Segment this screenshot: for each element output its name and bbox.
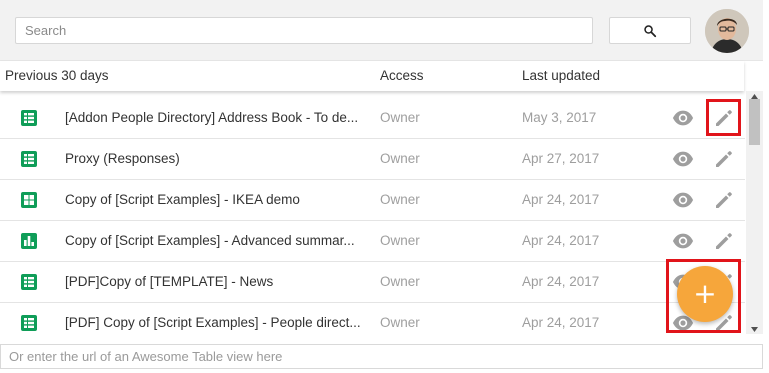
pencil-icon[interactable] [714,231,734,251]
sheets-list-icon [21,315,37,331]
sheets-list-icon [21,110,37,126]
list-header: Previous 30 days Access Last updated [0,61,744,91]
list-item[interactable]: [PDF]Copy of [TEMPLATE] - News Owner Apr… [0,262,745,303]
eye-icon[interactable] [672,191,694,209]
sheets-list-icon [21,274,37,290]
scroll-down-arrow[interactable] [746,324,763,334]
header-last-updated[interactable]: Last updated [522,68,600,83]
file-name[interactable]: [PDF]Copy of [TEMPLATE] - News [65,274,370,289]
file-date: Apr 24, 2017 [522,192,600,207]
eye-icon[interactable] [672,109,694,127]
add-button[interactable]: + [677,266,733,322]
file-date: Apr 27, 2017 [522,151,600,166]
file-date: May 3, 2017 [522,110,597,125]
grid-icon [21,192,37,208]
file-access: Owner [380,233,420,248]
file-date: Apr 24, 2017 [522,233,600,248]
search-input[interactable] [15,17,593,44]
pencil-icon[interactable] [714,108,734,128]
file-access: Owner [380,274,420,289]
file-access: Owner [380,110,420,125]
file-name[interactable]: Copy of [Script Examples] - IKEA demo [65,192,370,207]
file-name[interactable]: [Addon People Directory] Address Book - … [65,110,370,125]
list-item[interactable]: [Addon People Directory] Address Book - … [0,98,745,139]
plus-icon: + [693,277,717,310]
view-url-input[interactable] [0,344,763,369]
top-bar [0,0,763,61]
file-list: [Addon People Directory] Address Book - … [0,98,760,333]
file-date: Apr 24, 2017 [522,274,600,289]
file-name[interactable]: Proxy (Responses) [65,151,370,166]
list-item[interactable]: [PDF] Copy of [Script Examples] - People… [0,303,745,333]
list-item[interactable]: Proxy (Responses) Owner Apr 27, 2017 [0,139,745,180]
eye-icon[interactable] [672,150,694,168]
bar-chart-icon [21,233,37,249]
search-icon [644,24,657,37]
file-name[interactable]: [PDF] Copy of [Script Examples] - People… [65,315,370,330]
search-button[interactable] [609,17,691,44]
file-access: Owner [380,151,420,166]
file-access: Owner [380,192,420,207]
file-name[interactable]: Copy of [Script Examples] - Advanced sum… [65,233,370,248]
pencil-icon[interactable] [714,149,734,169]
pencil-icon[interactable] [714,190,734,210]
header-access[interactable]: Access [380,68,424,83]
avatar[interactable] [705,9,749,53]
file-access: Owner [380,315,420,330]
scrollbar[interactable] [746,91,763,334]
sheets-list-icon [21,151,37,167]
eye-icon[interactable] [672,232,694,250]
header-name: Previous 30 days [5,68,109,83]
file-date: Apr 24, 2017 [522,315,600,330]
list-item[interactable]: Copy of [Script Examples] - Advanced sum… [0,221,745,262]
scrollbar-thumb[interactable] [749,99,760,145]
list-item[interactable]: Copy of [Script Examples] - IKEA demo Ow… [0,180,745,221]
